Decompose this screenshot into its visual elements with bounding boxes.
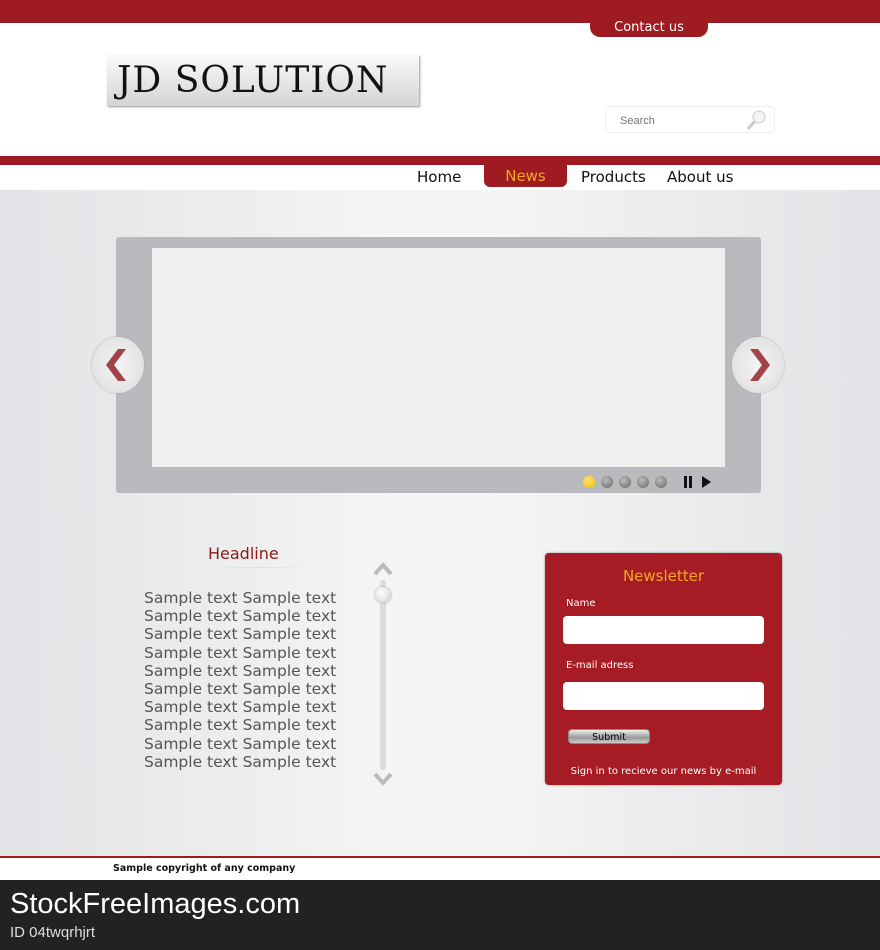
text-line: Sample text Sample text [144, 716, 337, 735]
text-line: Sample text Sample text [144, 752, 337, 771]
text-line: Sample text Sample text [144, 607, 337, 626]
chevron-left-icon [106, 349, 126, 381]
text-line: Sample text Sample text [144, 661, 337, 680]
slide-dot-1[interactable] [583, 476, 595, 488]
text-line: Sample text Sample text [144, 734, 337, 753]
newsletter-title: Newsletter [622, 567, 705, 585]
newsletter-panel: Newsletter Name E-mail adress Submit Sig… [545, 553, 782, 785]
nav-home[interactable]: Home [417, 165, 461, 189]
prev-slide-button[interactable] [92, 337, 144, 393]
footer-line [0, 856, 880, 858]
text-line: Sample text Sample text [144, 625, 337, 644]
text-line: Sample text Sample text [144, 643, 337, 662]
email-label: E-mail adress [566, 660, 634, 671]
text-line: Sample text Sample text [144, 680, 337, 698]
name-label: Name [566, 598, 596, 609]
slide-dot-4[interactable] [637, 476, 649, 488]
submit-button[interactable]: Submit [568, 729, 650, 744]
search-input[interactable] [620, 115, 750, 127]
scrollbar-track[interactable] [380, 580, 386, 770]
copyright: Sample copyright of any company [113, 863, 296, 874]
scrollbar-thumb[interactable] [375, 587, 391, 603]
chevron-right-icon [750, 349, 770, 381]
text-line: Sample text Sample text [144, 589, 337, 607]
slide-area [152, 248, 725, 467]
watermark-bar: StockFreeImages.com ID 04twqrhjrt [0, 880, 880, 950]
search-icon[interactable] [744, 108, 768, 132]
scroll-down-icon[interactable] [373, 772, 393, 788]
nav-products[interactable]: Products [581, 165, 646, 189]
slide-dot-3[interactable] [619, 476, 631, 488]
logo: JD SOLUTION [107, 55, 419, 106]
search-box[interactable] [605, 106, 775, 133]
nav-about-us[interactable]: About us [667, 165, 733, 189]
pause-icon[interactable] [682, 476, 694, 488]
newsletter-note: Sign in to recieve our news by e-mail [570, 766, 757, 777]
slide-dot-2[interactable] [601, 476, 613, 488]
top-bar [0, 0, 880, 23]
play-icon[interactable] [701, 476, 713, 488]
name-field[interactable] [563, 616, 764, 644]
text-line: Sample text Sample text [144, 698, 337, 717]
next-slide-button[interactable] [732, 337, 784, 393]
nav-band [0, 156, 880, 165]
watermark-logo: StockFreeImages.com [10, 888, 301, 920]
watermark-id: ID 04twqrhjrt [10, 924, 96, 941]
scroll-up-icon[interactable] [373, 560, 393, 576]
email-field[interactable] [563, 682, 764, 710]
headline-divider [205, 567, 310, 568]
contact-us-link[interactable]: Contact us [590, 18, 708, 37]
headline: Headline [208, 544, 279, 563]
slide-dot-5[interactable] [655, 476, 667, 488]
nav-news[interactable]: News [484, 163, 567, 187]
